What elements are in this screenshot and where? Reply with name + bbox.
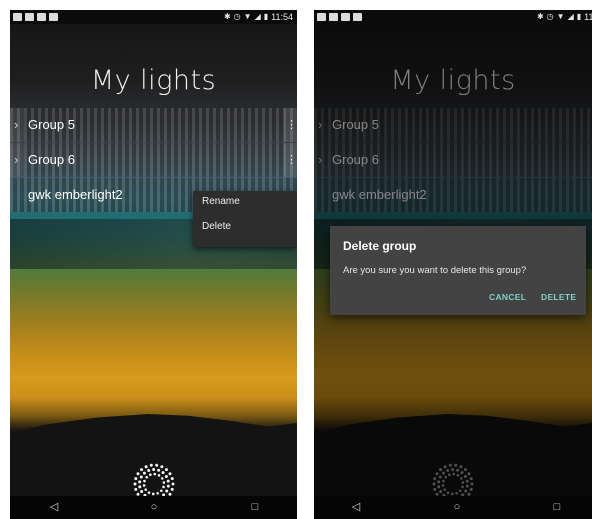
back-triangle-icon[interactable]: ◁ [44,496,64,519]
navigation-bar: ◁ ○ □ [10,496,297,519]
group-row[interactable]: › Group 6 ⋮ [10,143,297,177]
recents-square-icon[interactable]: □ [245,496,265,519]
group-name: Group 6 [28,152,75,167]
bluetooth-icon: ✱ [223,12,231,21]
home-circle-icon[interactable]: ○ [144,496,164,519]
recents-square-icon[interactable]: □ [547,496,567,519]
delete-button[interactable]: DELETE [541,292,576,302]
system-icons: ✱ ◷ ▼ ◢ ▮ 11:54 [224,10,293,24]
screen-with-delete-dialog: ✱ ◷ ▼ ◢ ▮ 11:54 My lights › Group 5 › Gr… [314,10,592,519]
alarm-icon: ◷ [233,12,241,21]
notification-icons [317,10,362,24]
status-time: 11:54 [271,12,293,22]
rename-menu-item[interactable]: Rename [202,193,240,211]
chevron-right-icon[interactable]: › [14,108,26,142]
screen-with-context-menu: ✱ ◷ ▼ ◢ ▮ 11:54 My lights › Group 5 ⋮ › … [10,10,297,519]
cancel-button[interactable]: CANCEL [489,292,526,302]
status-time: 11:54 [584,12,592,22]
calendar-icon [13,13,22,21]
status-bar: ✱ ◷ ▼ ◢ ▮ 11:54 [314,10,592,24]
wifi-icon: ▼ [556,12,565,21]
calendar-icon [317,13,326,21]
signal-icon: ◢ [254,12,261,21]
navigation-bar: ◁ ○ □ [314,496,592,519]
group-name: Group 5 [28,117,75,132]
status-bar: ✱ ◷ ▼ ◢ ▮ 11:54 [10,10,297,24]
wifi-icon: ▼ [243,12,252,21]
alarm-icon: ◷ [546,12,554,21]
signal-icon: ◢ [567,12,574,21]
photo-icon [37,13,46,21]
dialog-message: Are you sure you want to delete this gro… [343,265,527,276]
delete-menu-item[interactable]: Delete [202,218,231,236]
battery-icon: ▮ [576,12,582,21]
system-icons: ✱ ◷ ▼ ◢ ▮ 11:54 [537,10,592,24]
image-icon [49,13,58,21]
more-vertical-icon[interactable]: ⋮ [286,143,297,177]
chevron-right-icon[interactable]: › [14,143,26,177]
more-vertical-icon[interactable]: ⋮ [286,108,297,142]
battery-icon: ▮ [263,12,269,21]
back-triangle-icon[interactable]: ◁ [346,496,366,519]
delete-group-dialog: Delete group Are you sure you want to de… [330,226,586,315]
home-circle-icon[interactable]: ○ [447,496,467,519]
image-icon [353,13,362,21]
calendar-icon [329,13,338,21]
bluetooth-icon: ✱ [536,12,544,21]
context-menu: Rename Delete [193,191,297,247]
photo-icon [341,13,350,21]
group-row[interactable]: › Group 5 ⋮ [10,108,297,142]
calendar-icon [25,13,34,21]
group-name: gwk emberlight2 [28,187,123,202]
notification-icons [13,10,58,24]
page-title: My lights [90,65,217,96]
dialog-title: Delete group [343,239,417,253]
